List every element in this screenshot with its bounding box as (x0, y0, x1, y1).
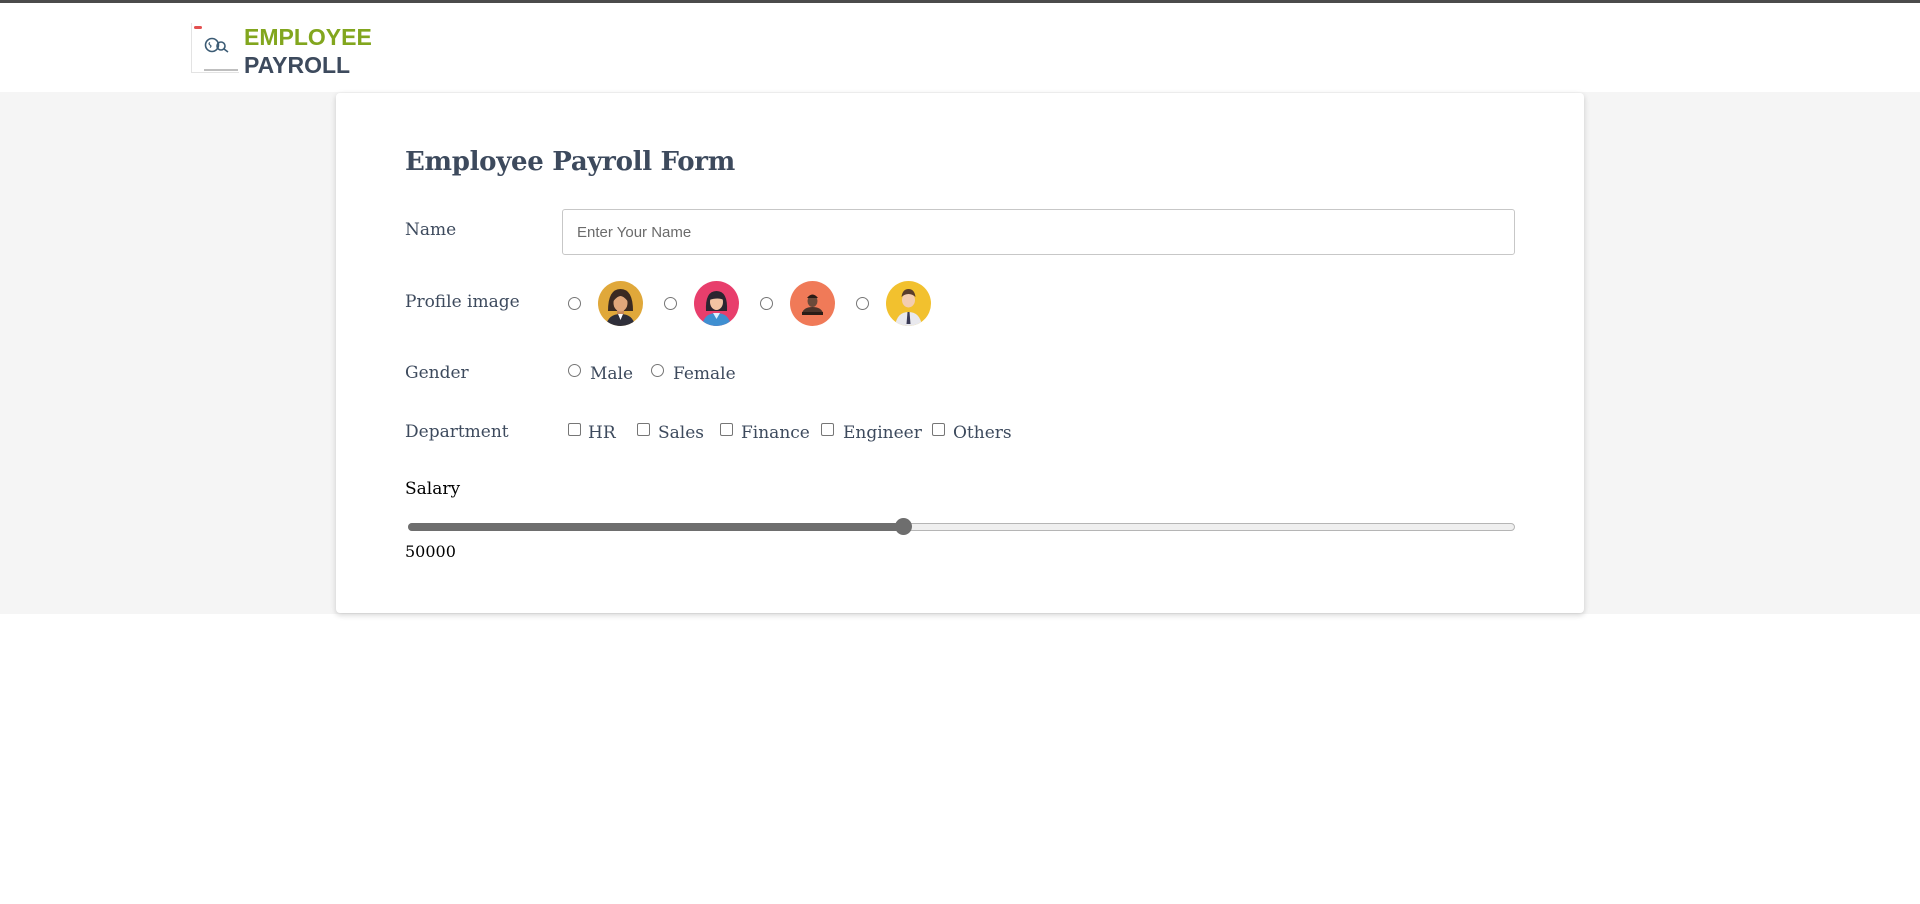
department-checkbox-engineer[interactable] (821, 423, 834, 436)
gender-label: Gender (405, 363, 469, 383)
woman-avatar-icon (598, 281, 643, 326)
gender-radio-male[interactable] (568, 364, 581, 377)
department-checkbox-sales[interactable] (637, 423, 650, 436)
logo-title-line2: PAYROLL (244, 52, 351, 78)
gender-option-male[interactable]: Male (590, 364, 633, 384)
profile-image-label: Profile image (405, 292, 520, 312)
profile-image-radio-3[interactable] (760, 297, 773, 310)
department-option-others[interactable]: Others (953, 423, 1012, 443)
logo-title-line1: EMPLOYEE (244, 24, 372, 50)
department-option-sales[interactable]: Sales (658, 423, 704, 443)
salary-slider-fill (408, 523, 903, 531)
profile-image-radio-1[interactable] (568, 297, 581, 310)
department-option-hr[interactable]: HR (588, 423, 616, 443)
header-bar: EMPLOYEE PAYROLL (0, 0, 1920, 92)
salary-slider[interactable] (408, 518, 1515, 535)
payroll-form-card: Employee Payroll Form Name Profile image (336, 93, 1584, 613)
department-checkbox-others[interactable] (932, 423, 945, 436)
man-avatar-icon (886, 281, 931, 326)
gender-radio-female[interactable] (651, 364, 664, 377)
department-option-finance[interactable]: Finance (741, 423, 810, 443)
profile-image-radio-2[interactable] (664, 297, 677, 310)
gender-option-female[interactable]: Female (673, 364, 736, 384)
logo[interactable]: EMPLOYEE PAYROLL (191, 23, 372, 79)
department-checkbox-finance[interactable] (720, 423, 733, 436)
salary-slider-thumb[interactable] (894, 518, 912, 535)
profile-image-radio-4[interactable] (856, 297, 869, 310)
department-label: Department (405, 422, 509, 442)
man-avatar-icon (790, 281, 835, 326)
salary-value: 50000 (405, 542, 456, 561)
department-checkbox-hr[interactable] (568, 423, 581, 436)
salary-label: Salary (405, 479, 461, 499)
payroll-logo-icon (191, 23, 239, 73)
department-option-engineer[interactable]: Engineer (843, 423, 922, 443)
woman-avatar-icon (694, 281, 739, 326)
name-input[interactable] (562, 209, 1515, 255)
form-title: Employee Payroll Form (405, 147, 735, 177)
name-label: Name (405, 220, 457, 240)
